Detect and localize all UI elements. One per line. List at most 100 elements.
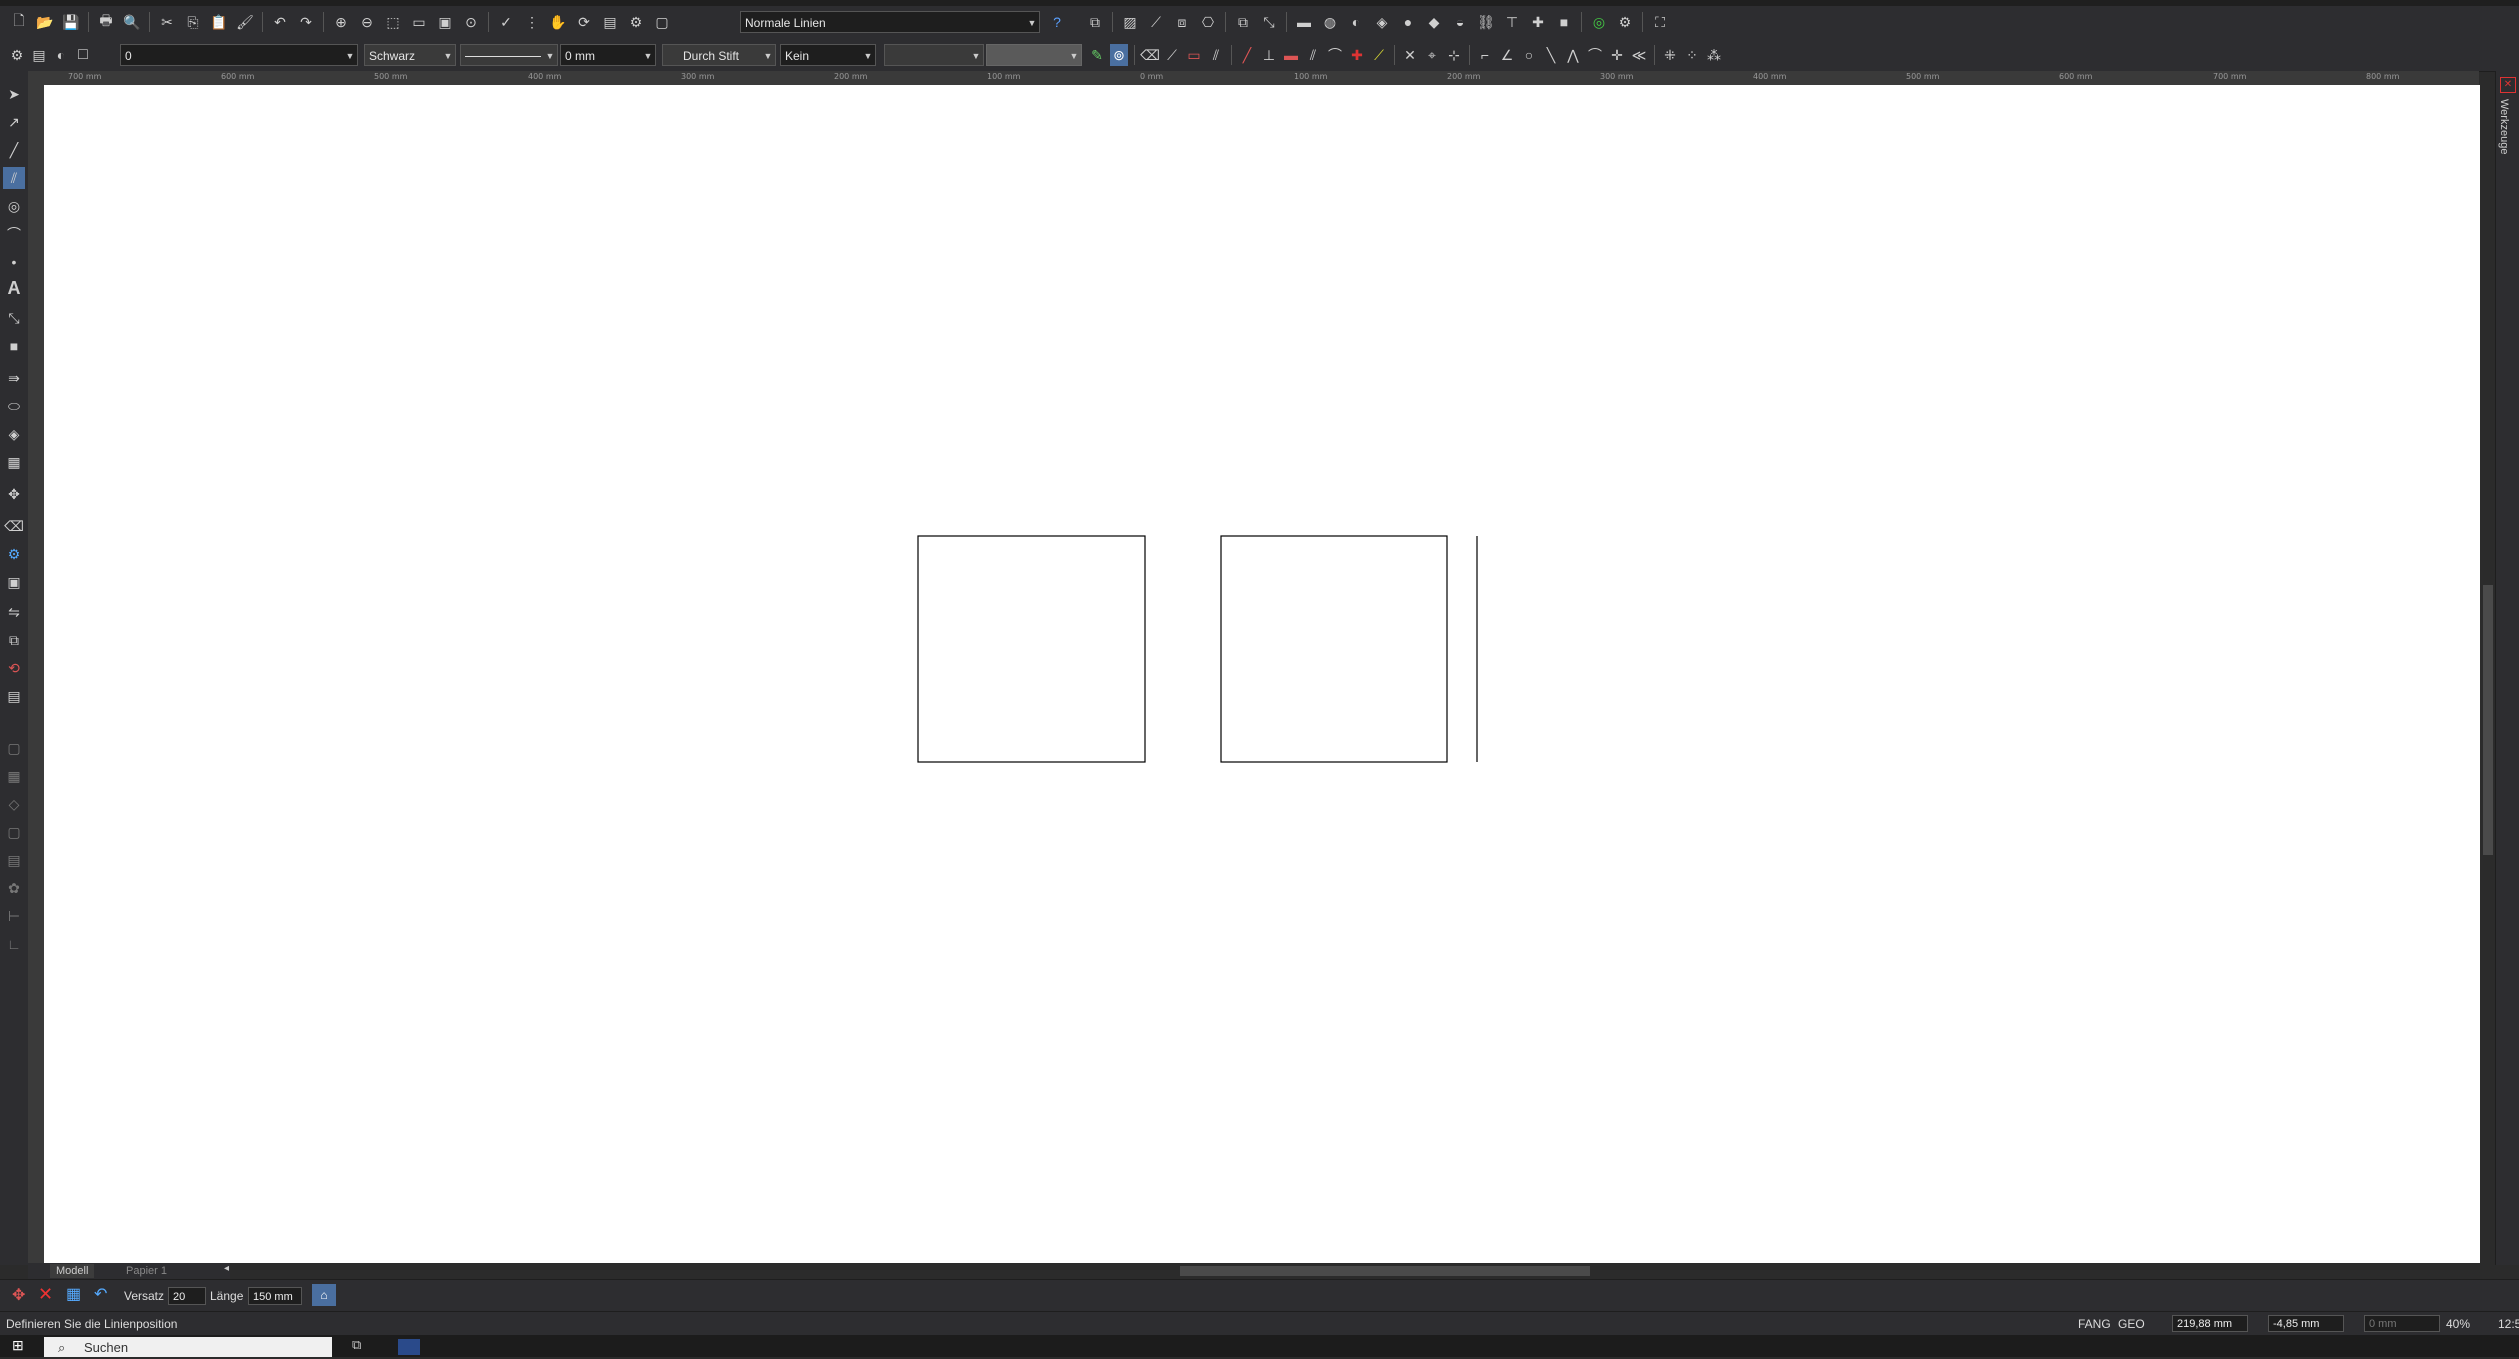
polyline-icon[interactable]: ⟋: [1163, 44, 1181, 66]
nearest-icon[interactable]: ⊹: [1445, 44, 1463, 66]
extrude-tool-icon[interactable]: ⇛: [3, 367, 25, 389]
snap-icon[interactable]: ⊚: [1110, 44, 1128, 66]
copy-tool-icon[interactable]: ⧉: [3, 629, 25, 651]
redo-icon[interactable]: ↷: [295, 11, 317, 33]
symbol-tool-icon[interactable]: ✿: [3, 877, 25, 899]
zoom-window-icon[interactable]: ⬚: [382, 11, 404, 33]
drawing-canvas[interactable]: [44, 85, 2480, 1263]
taskbar-search[interactable]: ⌕ Suchen: [44, 1337, 332, 1357]
circle-tool-icon[interactable]: ◎: [3, 195, 25, 217]
chevron-down-icon[interactable]: ▼: [441, 45, 455, 65]
chevron-down-icon[interactable]: ▼: [641, 45, 655, 65]
chevron-down-icon[interactable]: ▼: [861, 45, 875, 65]
help-icon[interactable]: ?: [1046, 11, 1068, 33]
transparency-combo[interactable]: ▼: [986, 44, 1082, 66]
length-input[interactable]: 150 mm: [248, 1287, 302, 1305]
midpoint-icon[interactable]: ▬: [1282, 44, 1300, 66]
chevron-down-icon[interactable]: ▼: [343, 45, 357, 65]
geo-mode[interactable]: GEO: [2118, 1317, 2145, 1331]
offset-input[interactable]: 20: [168, 1287, 206, 1305]
hatch-icon[interactable]: ▨: [1119, 11, 1141, 33]
center-icon[interactable]: ✚: [1348, 44, 1366, 66]
line-mode-icon[interactable]: ⌂: [312, 1284, 336, 1306]
paste-icon[interactable]: 📋: [208, 11, 230, 33]
layer-tool-icon[interactable]: ▢: [3, 737, 25, 759]
intersection-icon[interactable]: ✕: [1401, 44, 1419, 66]
redraw-icon[interactable]: ⟳: [573, 11, 595, 33]
gear-icon[interactable]: ⚙: [8, 44, 26, 66]
box-icon[interactable]: ■: [1553, 11, 1575, 33]
task-view-icon[interactable]: ⧉: [352, 1337, 361, 1353]
layer-manager-icon[interactable]: ▤: [30, 44, 48, 66]
tab-paper[interactable]: Papier 1: [120, 1264, 173, 1278]
group-icon[interactable]: ⧉: [1084, 11, 1106, 33]
gear-tool-icon[interactable]: ⚙: [3, 543, 25, 565]
snap-toggle-icon[interactable]: ✥: [12, 1285, 25, 1305]
snap-angle-icon[interactable]: ⁂: [1705, 44, 1723, 66]
move-tool-icon[interactable]: ✥: [3, 483, 25, 505]
settings-icon[interactable]: ⚙: [1614, 11, 1636, 33]
grid-tool-icon[interactable]: ▦: [3, 451, 25, 473]
diagonal-icon[interactable]: ╲: [1542, 44, 1560, 66]
circle-icon[interactable]: ○: [1520, 44, 1538, 66]
horizontal-scrollbar[interactable]: [230, 1263, 2479, 1279]
rect-snap-icon[interactable]: ▭: [1185, 44, 1203, 66]
fill-tool-icon[interactable]: ◈: [3, 423, 25, 445]
eraser-tool-icon[interactable]: ⌫: [3, 515, 25, 537]
table-icon[interactable]: ▦: [66, 1284, 81, 1304]
copy-icon[interactable]: ⎘: [182, 11, 204, 33]
solid-union-icon[interactable]: ◍: [1319, 11, 1341, 33]
ortho-tool-icon[interactable]: ∟: [3, 933, 25, 955]
open-folder-icon[interactable]: 📂: [34, 11, 56, 33]
line-icon[interactable]: ╱: [1238, 44, 1256, 66]
pen-combo[interactable]: Durch Stift ▼: [662, 44, 776, 66]
angle-icon[interactable]: ∠: [1498, 44, 1516, 66]
snap-mode[interactable]: FANG: [2078, 1317, 2111, 1331]
wall-icon[interactable]: ▬: [1293, 11, 1315, 33]
edit-nodes-icon[interactable]: ↗: [3, 111, 25, 133]
measure-icon[interactable]: ⟋: [1145, 11, 1167, 33]
explode-icon[interactable]: ⤡: [1258, 11, 1280, 33]
close-panel-icon[interactable]: ✕: [2500, 77, 2516, 93]
line-style-combo[interactable]: Normale Linien ▼: [740, 11, 1040, 33]
shape-icon[interactable]: ◆: [1423, 11, 1445, 33]
snap-point-icon[interactable]: ⁘: [1683, 44, 1701, 66]
print-preview-icon[interactable]: 🔍: [121, 11, 143, 33]
line-tool-icon[interactable]: ╱: [3, 139, 25, 161]
curve-icon[interactable]: ⌒: [1586, 44, 1604, 66]
chevron-icon[interactable]: ≪: [1630, 44, 1648, 66]
block-icon[interactable]: ⧈: [1171, 11, 1193, 33]
cross-icon[interactable]: ✛: [1608, 44, 1626, 66]
parallel-icon[interactable]: ⫽: [1304, 44, 1322, 66]
endpoint-icon[interactable]: ⌖: [1423, 44, 1441, 66]
solid-subtract-icon[interactable]: ◐: [1345, 11, 1367, 33]
corner-icon[interactable]: ⌐: [1476, 44, 1494, 66]
chevron-down-icon[interactable]: ▼: [543, 45, 557, 65]
visibility-icon[interactable]: ◐: [52, 44, 70, 66]
z-coordinate[interactable]: 0 mm: [2364, 1315, 2440, 1332]
eraser-icon[interactable]: ⌫: [1140, 44, 1160, 66]
link-icon[interactable]: ⛓: [1475, 11, 1497, 33]
zoom-extents-icon[interactable]: ▭: [408, 11, 430, 33]
rotate-tool-icon[interactable]: ⟲: [3, 657, 25, 679]
copy-objects-icon[interactable]: ⧉: [1232, 11, 1254, 33]
zoom-out-icon[interactable]: ⊖: [356, 11, 378, 33]
arc-tool-icon[interactable]: ⌒: [3, 223, 25, 245]
zoom-page-icon[interactable]: ▣: [434, 11, 456, 33]
werkzeuge-tab[interactable]: Werkzeuge: [2498, 99, 2510, 154]
properties-icon[interactable]: ⚙: [625, 11, 647, 33]
render-icon[interactable]: ◈: [1371, 11, 1393, 33]
text-tool-icon[interactable]: A: [3, 277, 25, 299]
array-tool-icon[interactable]: ▤: [3, 685, 25, 707]
fullscreen-icon[interactable]: ⛶: [1649, 11, 1671, 33]
surface-icon[interactable]: ◒: [1449, 11, 1471, 33]
snap-grid-icon[interactable]: ⁜: [1661, 44, 1679, 66]
new-file-icon[interactable]: 🗋: [8, 11, 30, 33]
line-type-combo[interactable]: ▼: [460, 44, 558, 66]
group-tool-icon[interactable]: ▦: [3, 765, 25, 787]
layer-combo[interactable]: 0 ▼: [120, 44, 358, 66]
tab-model[interactable]: Modell: [50, 1264, 95, 1278]
solid-tool-icon[interactable]: ⬭: [3, 395, 25, 417]
select-arrow-icon[interactable]: ➤: [3, 83, 25, 105]
double-line-tool-icon[interactable]: ⫽: [3, 167, 25, 189]
